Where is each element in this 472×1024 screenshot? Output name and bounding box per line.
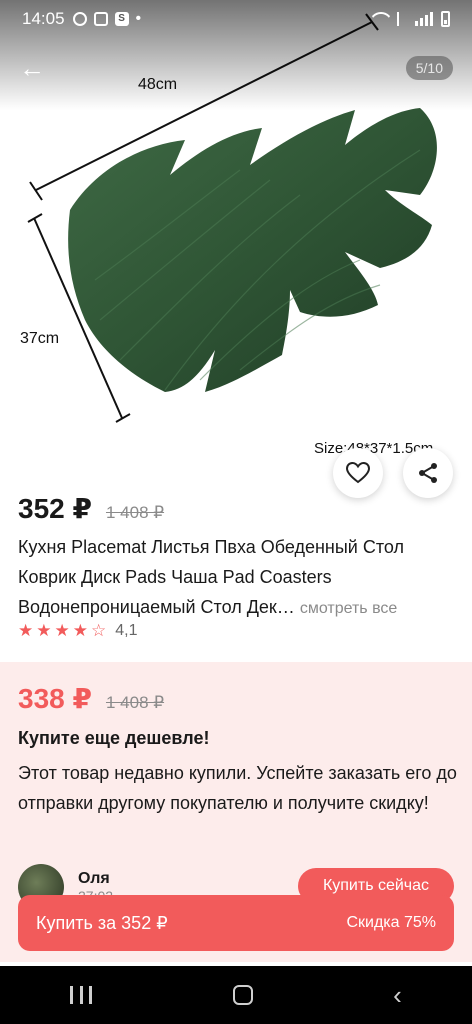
old-price: 1 408 ₽ xyxy=(105,503,165,522)
favorite-button[interactable] xyxy=(333,448,383,498)
dimension-height-label: 37cm xyxy=(20,330,60,347)
battery-icon xyxy=(441,11,450,27)
system-nav-bar: ‹ xyxy=(0,966,472,1024)
heart-icon xyxy=(346,462,370,484)
s-app-icon: S xyxy=(114,12,129,26)
status-bar: 14:05 S • xyxy=(0,0,472,38)
status-time: 14:05 xyxy=(22,9,65,28)
back-arrow-icon[interactable]: ← xyxy=(16,52,48,84)
wifi-icon xyxy=(369,12,389,26)
promo-price-row: 338 ₽ 1 408 ₽ xyxy=(18,682,164,715)
home-icon[interactable] xyxy=(232,985,253,1005)
buyer-name: Оля xyxy=(78,870,110,887)
gallery-page-counter: 5/10 xyxy=(405,56,453,80)
back-nav-icon[interactable]: ‹ xyxy=(393,982,402,1008)
star-full-icon: ★ xyxy=(72,621,88,640)
whatsapp-icon xyxy=(72,12,87,26)
signal-icon xyxy=(415,12,433,26)
buy-button[interactable]: Купить за 352 ₽ Скидка 75% xyxy=(18,895,454,951)
more-notifications-icon: • xyxy=(135,10,142,27)
recent-apps-icon[interactable] xyxy=(70,986,93,1004)
star-full-icon: ★ xyxy=(18,621,34,640)
share-button[interactable] xyxy=(403,448,453,498)
promo-price: 338 ₽ xyxy=(18,683,92,714)
share-icon xyxy=(419,463,437,483)
see-all-link[interactable]: смотреть все xyxy=(300,600,397,617)
gallery-icon xyxy=(93,12,108,26)
buy-button-label: Купить за 352 ₽ xyxy=(36,912,168,933)
product-title[interactable]: Кухня Placemat Листья Пвха Обеденный Сто… xyxy=(18,532,458,624)
star-full-icon: ★ xyxy=(54,621,70,640)
promo-description: Этот товар недавно купили. Успейте заказ… xyxy=(18,763,457,813)
rating-value: 4,1 xyxy=(115,622,138,639)
current-price: 352 ₽ xyxy=(18,493,92,524)
product-rating[interactable]: ★ ★ ★ ★ ☆ 4,1 xyxy=(18,622,138,640)
promo-title: Купите еще дешевле! xyxy=(18,728,210,748)
leaf-shape xyxy=(68,108,437,392)
star-full-icon: ★ xyxy=(36,621,52,640)
discount-label: Скидка 75% xyxy=(346,914,436,931)
mute-icon xyxy=(397,12,407,26)
price-row: 352 ₽ 1 408 ₽ xyxy=(18,492,164,525)
promo-old-price: 1 408 ₽ xyxy=(105,693,165,712)
star-empty-icon: ☆ xyxy=(91,621,107,640)
